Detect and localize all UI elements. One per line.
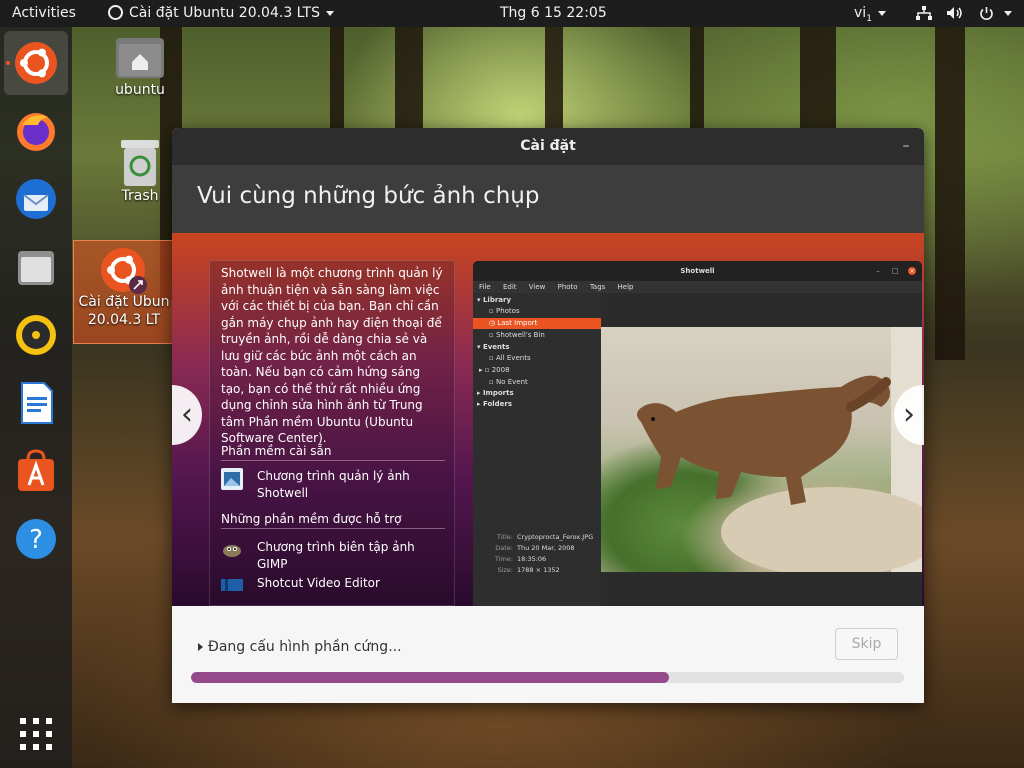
shotwell-info-size: Size: 1788 × 1352 bbox=[497, 566, 560, 574]
slide-text-panel: Shotwell là một chương trình quản lý ảnh… bbox=[209, 260, 455, 606]
supported-app-shotcut: Shotcut Video Editor bbox=[221, 575, 445, 595]
home-folder-icon[interactable] bbox=[116, 38, 164, 78]
fossa-image bbox=[637, 327, 922, 572]
shotwell-title: Shotwell bbox=[473, 261, 922, 281]
running-indicator bbox=[6, 61, 10, 65]
power-icon bbox=[980, 6, 993, 20]
window-titlebar[interactable]: Cài đặt – bbox=[172, 128, 924, 165]
shotcut-icon bbox=[221, 579, 243, 591]
desktop-installer-label-line2: 20.04.3 LT bbox=[87, 312, 161, 328]
clock[interactable]: Thg 6 15 22:05 bbox=[500, 0, 607, 27]
shotwell-photos: ▫ Photos bbox=[489, 307, 520, 315]
minimize-button[interactable]: – bbox=[898, 128, 914, 165]
rhythmbox-icon bbox=[16, 315, 56, 355]
ubuntu-installer-icon bbox=[15, 42, 57, 84]
install-progress-bar bbox=[191, 672, 904, 683]
shotwell-info-date: Date: Thu 20 Mar, 2008 bbox=[495, 544, 575, 552]
app-menu-icon bbox=[108, 4, 123, 20]
dock-ubuntu-installer[interactable] bbox=[4, 31, 68, 95]
shotwell-bin: ▫ Shotwell's Bin bbox=[489, 331, 545, 339]
dock-thunderbird[interactable] bbox=[4, 167, 68, 231]
installed-app-shotwell: Chương trình quản lý ảnh Shotwell bbox=[221, 468, 445, 502]
dock-help[interactable]: ? bbox=[4, 507, 68, 571]
shotwell-menu-view: View bbox=[528, 283, 546, 291]
shotwell-no-event: ▫ No Event bbox=[489, 378, 528, 386]
window-title: Cài đặt bbox=[520, 138, 576, 154]
trash-icon[interactable] bbox=[121, 140, 159, 186]
shotwell-menu-file: File bbox=[479, 283, 491, 291]
shotwell-close-icon: × bbox=[908, 267, 916, 275]
supported-software-heading: Những phần mềm được hỗ trợ bbox=[221, 512, 445, 529]
input-method-indicator[interactable]: vi1 bbox=[854, 0, 886, 27]
app-menu[interactable]: Cài đặt Ubuntu 20.04.3 LTS bbox=[108, 0, 334, 27]
shotwell-menu-photo: Photo bbox=[557, 283, 578, 291]
slideshow: Shotwell là một chương trình quản lý ảnh… bbox=[172, 233, 924, 606]
help-icon: ? bbox=[16, 519, 56, 559]
show-applications-icon[interactable] bbox=[20, 718, 52, 750]
slide-description: Shotwell là một chương trình quản lý ảnh… bbox=[221, 266, 443, 445]
shotwell-last-import: ◷ Last Import bbox=[473, 318, 601, 329]
supported-app-shotcut-label: Shotcut Video Editor bbox=[257, 576, 380, 590]
installer-window: Cài đặt – Vui cùng những bức ảnh chụp Sh… bbox=[172, 128, 924, 703]
gimp-icon bbox=[223, 545, 241, 557]
desktop-installer-shortcut[interactable]: Cài đặt Ubun 20.04.3 LT bbox=[73, 240, 173, 344]
thunderbird-icon bbox=[16, 179, 56, 219]
dock-firefox[interactable] bbox=[4, 99, 68, 163]
fossa-photo bbox=[601, 327, 922, 572]
wallpaper-tree bbox=[935, 0, 965, 360]
shotwell-info-time: Time: 18:35:06 bbox=[494, 555, 547, 563]
skip-button[interactable]: Skip bbox=[835, 628, 898, 660]
files-icon bbox=[18, 251, 54, 285]
svg-text:?: ? bbox=[29, 525, 43, 555]
shotwell-info-title: Title: Cryptoprocta_Ferox.JPG bbox=[496, 533, 594, 541]
shotwell-menu-edit: Edit bbox=[502, 283, 517, 291]
system-menu[interactable] bbox=[916, 0, 1013, 27]
chevron-down-icon bbox=[1004, 10, 1013, 16]
shotwell-menu-tags: Tags bbox=[589, 283, 606, 291]
supported-app-gimp-label: Chương trình biên tập ảnh GIMP bbox=[257, 540, 415, 571]
desktop-installer-label-line1: Cài đặt Ubun bbox=[78, 294, 170, 310]
slide-prev-button[interactable]: ‹ bbox=[172, 385, 202, 445]
dock-ubuntu-software[interactable] bbox=[4, 439, 68, 503]
install-status[interactable]: Đang cấu hình phần cứng... bbox=[208, 639, 402, 655]
expander-arrow-icon[interactable] bbox=[198, 643, 203, 651]
shotwell-all-events: ▫ All Events bbox=[489, 354, 531, 362]
shotwell-imports: ▸ Imports bbox=[477, 389, 514, 397]
dock-libreoffice-writer[interactable] bbox=[4, 371, 68, 435]
shotwell-minimize-icon: – bbox=[876, 267, 880, 275]
shotwell-menu-help: Help bbox=[617, 283, 634, 291]
dock-rhythmbox[interactable] bbox=[4, 303, 68, 367]
input-method-subscript: 1 bbox=[866, 13, 872, 24]
activities-button[interactable]: Activities bbox=[12, 0, 76, 27]
dock-files[interactable] bbox=[4, 235, 68, 299]
slide-heading: Vui cùng những bức ảnh chụp bbox=[197, 183, 540, 209]
chevron-down-icon bbox=[326, 10, 334, 16]
desktop-installer-label: Cài đặt Ubun 20.04.3 LT bbox=[74, 293, 174, 329]
writer-icon bbox=[21, 382, 53, 424]
top-bar: Activities Cài đặt Ubuntu 20.04.3 LTS Th… bbox=[0, 0, 1024, 27]
shotwell-maximize-icon: □ bbox=[891, 267, 899, 275]
install-progress-fill bbox=[191, 672, 669, 683]
installed-app-label: Chương trình quản lý ảnh Shotwell bbox=[257, 469, 410, 500]
shotwell-icon bbox=[221, 468, 243, 490]
shotwell-library: ▾ Library bbox=[477, 296, 512, 304]
shotwell-menubar: File Edit View Photo Tags Help bbox=[473, 281, 922, 293]
shotwell-events: ▾ Events bbox=[477, 343, 510, 351]
network-icon bbox=[916, 6, 932, 20]
dock: ? bbox=[0, 27, 72, 768]
app-menu-label: Cài đặt Ubuntu 20.04.3 LTS bbox=[129, 5, 320, 21]
volume-icon bbox=[947, 7, 963, 19]
firefox-icon bbox=[17, 113, 55, 151]
input-method-label: vi bbox=[854, 5, 867, 21]
shotwell-year: ▸ ▫ 2008 bbox=[479, 366, 510, 374]
shotwell-screenshot: Shotwell – □ × File Edit View Photo Tags… bbox=[473, 261, 922, 606]
supported-app-gimp: Chương trình biên tập ảnh GIMP bbox=[221, 539, 445, 571]
installed-software-heading: Phần mềm cài sẵn bbox=[221, 444, 445, 461]
home-folder-label: ubuntu bbox=[115, 82, 165, 98]
shotwell-folders: ▸ Folders bbox=[477, 400, 513, 408]
software-center-icon bbox=[18, 449, 54, 491]
ubuntu-installer-icon bbox=[101, 248, 147, 294]
chevron-down-icon bbox=[877, 10, 886, 16]
